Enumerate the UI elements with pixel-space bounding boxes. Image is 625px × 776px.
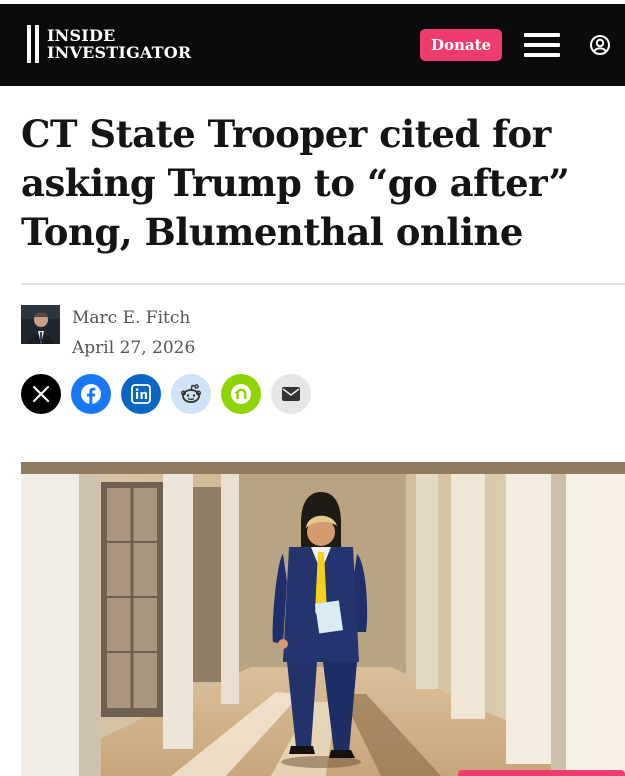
x-icon (32, 385, 50, 403)
user-account-icon[interactable] (589, 34, 611, 56)
logo-line-2: INVESTIGATOR (47, 43, 192, 62)
share-email-button[interactable] (271, 374, 311, 414)
nextdoor-icon (231, 384, 251, 404)
header-top-edge (0, 0, 625, 4)
headline-line-3: Tong, Blumenthal online (21, 210, 523, 254)
share-nextdoor-button[interactable] (221, 374, 261, 414)
share-x-button[interactable] (21, 374, 61, 414)
donate-button[interactable]: Donate (420, 29, 502, 61)
floating-tab[interactable] (458, 770, 625, 776)
facebook-icon (81, 384, 101, 404)
logo-wordmark: INSIDE INVESTIGATOR (47, 27, 191, 61)
site-logo[interactable]: INSIDE INVESTIGATOR (27, 24, 191, 64)
author-name-link[interactable]: Marc E. Fitch (72, 308, 190, 328)
linkedin-icon (131, 384, 151, 404)
publish-date: April 27, 2026 (72, 338, 196, 358)
share-reddit-button[interactable] (171, 374, 211, 414)
hamburger-menu-icon[interactable] (524, 33, 560, 57)
email-icon (282, 387, 300, 401)
headline-line-1: CT State Trooper cited for (21, 112, 551, 156)
logo-line-1: INSIDE (47, 26, 116, 45)
reddit-icon (181, 384, 202, 403)
headline-line-2: asking Trump to “go after” (21, 161, 570, 205)
share-linkedin-button[interactable] (121, 374, 161, 414)
article-headline: CT State Trooper cited for asking Trump … (21, 110, 611, 257)
featured-image (21, 462, 625, 776)
share-facebook-button[interactable] (71, 374, 111, 414)
headline-divider (21, 283, 625, 285)
logo-bars-icon (27, 25, 39, 63)
site-header: INSIDE INVESTIGATOR Donate (0, 0, 625, 86)
author-avatar[interactable] (21, 305, 60, 344)
